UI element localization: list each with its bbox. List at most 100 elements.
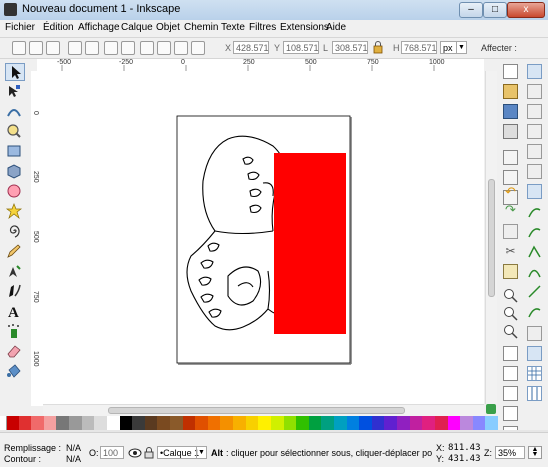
unlink-clone-icon[interactable]: [503, 386, 518, 401]
spray-tool[interactable]: [5, 323, 25, 341]
menu-edition[interactable]: Édition: [43, 22, 74, 33]
palette-swatch[interactable]: [132, 416, 146, 430]
palette-swatch[interactable]: [334, 416, 347, 430]
undo-icon[interactable]: ↶: [503, 184, 518, 199]
snap-line-midpoints-icon[interactable]: [527, 284, 542, 299]
palette-swatch[interactable]: [233, 416, 247, 430]
lower-to-bottom-icon[interactable]: [191, 41, 205, 55]
menu-extensions[interactable]: Extensions: [280, 22, 329, 33]
snap-bbox-icon[interactable]: [527, 84, 542, 99]
layer-select[interactable]: •Calque 1 ▼: [157, 446, 207, 459]
y-field[interactable]: 108.571: [283, 41, 319, 54]
drawing-canvas[interactable]: [43, 71, 484, 404]
deselect-icon[interactable]: [46, 41, 60, 55]
snap-centers-icon[interactable]: [527, 164, 542, 179]
snap-enable-icon[interactable]: [527, 64, 542, 79]
lower-icon[interactable]: [174, 41, 188, 55]
import-icon[interactable]: [503, 150, 518, 165]
pen-tool[interactable]: [5, 263, 25, 281]
snap-cusp-nodes-icon[interactable]: [527, 244, 542, 259]
horizontal-scrollbar[interactable]: [43, 404, 484, 416]
snap-intersections-icon[interactable]: [527, 224, 542, 239]
palette-swatch[interactable]: [81, 416, 95, 430]
palette-swatch[interactable]: [296, 416, 310, 430]
snap-object-centers-icon[interactable]: [527, 304, 542, 319]
palette-swatch[interactable]: [283, 416, 297, 430]
snap-nodes-icon[interactable]: [527, 184, 542, 199]
raise-to-top-icon[interactable]: [140, 41, 154, 55]
snap-midpoints-icon[interactable]: [527, 144, 542, 159]
text-tool[interactable]: A: [5, 303, 25, 321]
rotate-cw-icon[interactable]: [85, 41, 99, 55]
x-field[interactable]: 428.571: [233, 41, 269, 54]
palette-swatch[interactable]: [409, 416, 423, 430]
snap-page-border-icon[interactable]: [527, 346, 542, 361]
palette-swatch[interactable]: [460, 416, 474, 430]
snap-grid-icon[interactable]: [527, 366, 542, 381]
no-paint-swatch[interactable]: [0, 416, 7, 430]
palette-swatch[interactable]: [359, 416, 373, 430]
zoom-tool[interactable]: [5, 123, 25, 141]
select-all-icon[interactable]: [12, 41, 26, 55]
palette-swatch[interactable]: [371, 416, 385, 430]
flip-vertical-icon[interactable]: [121, 41, 135, 55]
menu-fichier[interactable]: Fichier: [5, 22, 35, 33]
zoom-field[interactable]: 35%: [495, 446, 525, 459]
palette-swatch[interactable]: [422, 416, 436, 430]
paste-icon[interactable]: [503, 264, 518, 279]
paint-bucket-tool[interactable]: [5, 363, 25, 381]
palette-swatch[interactable]: [144, 416, 158, 430]
palette-swatch[interactable]: [106, 416, 120, 430]
palette-swatch[interactable]: [258, 416, 272, 430]
palette-swatch[interactable]: [434, 416, 448, 430]
palette-swatch[interactable]: [220, 416, 234, 430]
palette-swatch[interactable]: [346, 416, 360, 430]
save-icon[interactable]: [503, 104, 518, 119]
snap-smooth-nodes-icon[interactable]: [527, 264, 542, 279]
opacity-field[interactable]: 100: [100, 446, 124, 459]
menu-texte[interactable]: Texte: [221, 22, 245, 33]
palette-swatch[interactable]: [43, 416, 57, 430]
zoom-stepper[interactable]: ▲ ▼: [528, 446, 542, 459]
palette-swatch[interactable]: [270, 416, 284, 430]
height-field[interactable]: 768.571: [401, 41, 437, 54]
palette-swatch[interactable]: [195, 416, 209, 430]
raise-icon[interactable]: [157, 41, 171, 55]
zoom-page-icon[interactable]: [503, 324, 518, 339]
palette-swatch[interactable]: [119, 416, 133, 430]
tweak-tool[interactable]: [5, 103, 25, 121]
pencil-tool[interactable]: [5, 243, 25, 261]
minimize-button[interactable]: –: [459, 2, 483, 18]
palette-swatch[interactable]: [69, 416, 83, 430]
cut-icon[interactable]: ✂: [503, 244, 518, 259]
menu-chemin[interactable]: Chemin: [184, 22, 218, 33]
star-tool[interactable]: [5, 203, 25, 221]
close-button[interactable]: x: [507, 2, 545, 18]
spiral-tool[interactable]: [5, 223, 25, 241]
palette-swatch[interactable]: [157, 416, 171, 430]
layer-lock-icon[interactable]: [143, 446, 155, 459]
palette-swatch[interactable]: [321, 416, 335, 430]
menu-affichage[interactable]: Affichage: [78, 22, 120, 33]
zoom-selection-icon[interactable]: [503, 288, 518, 303]
palette-swatch[interactable]: [245, 416, 259, 430]
vertical-scrollbar[interactable]: [485, 71, 497, 404]
palette-swatch[interactable]: [18, 416, 32, 430]
palette-swatch[interactable]: [170, 416, 183, 430]
palette-swatch[interactable]: [397, 416, 411, 430]
select-all-layers-icon[interactable]: [29, 41, 43, 55]
3d-box-tool[interactable]: [5, 163, 25, 181]
redo-icon[interactable]: ↷: [503, 202, 518, 217]
lock-ratio-icon[interactable]: [373, 41, 383, 54]
palette-swatch[interactable]: [94, 416, 108, 430]
clone-icon[interactable]: [503, 366, 518, 381]
menu-calque[interactable]: Calque: [121, 22, 153, 33]
print-icon[interactable]: [503, 124, 518, 139]
new-document-icon[interactable]: [503, 64, 518, 79]
copy-icon[interactable]: [503, 224, 518, 239]
palette-swatch[interactable]: [308, 416, 322, 430]
palette-swatch[interactable]: [472, 416, 486, 430]
palette-swatch[interactable]: [384, 416, 398, 430]
snap-bbox-corners-icon[interactable]: [527, 124, 542, 139]
palette-swatch[interactable]: [207, 416, 221, 430]
